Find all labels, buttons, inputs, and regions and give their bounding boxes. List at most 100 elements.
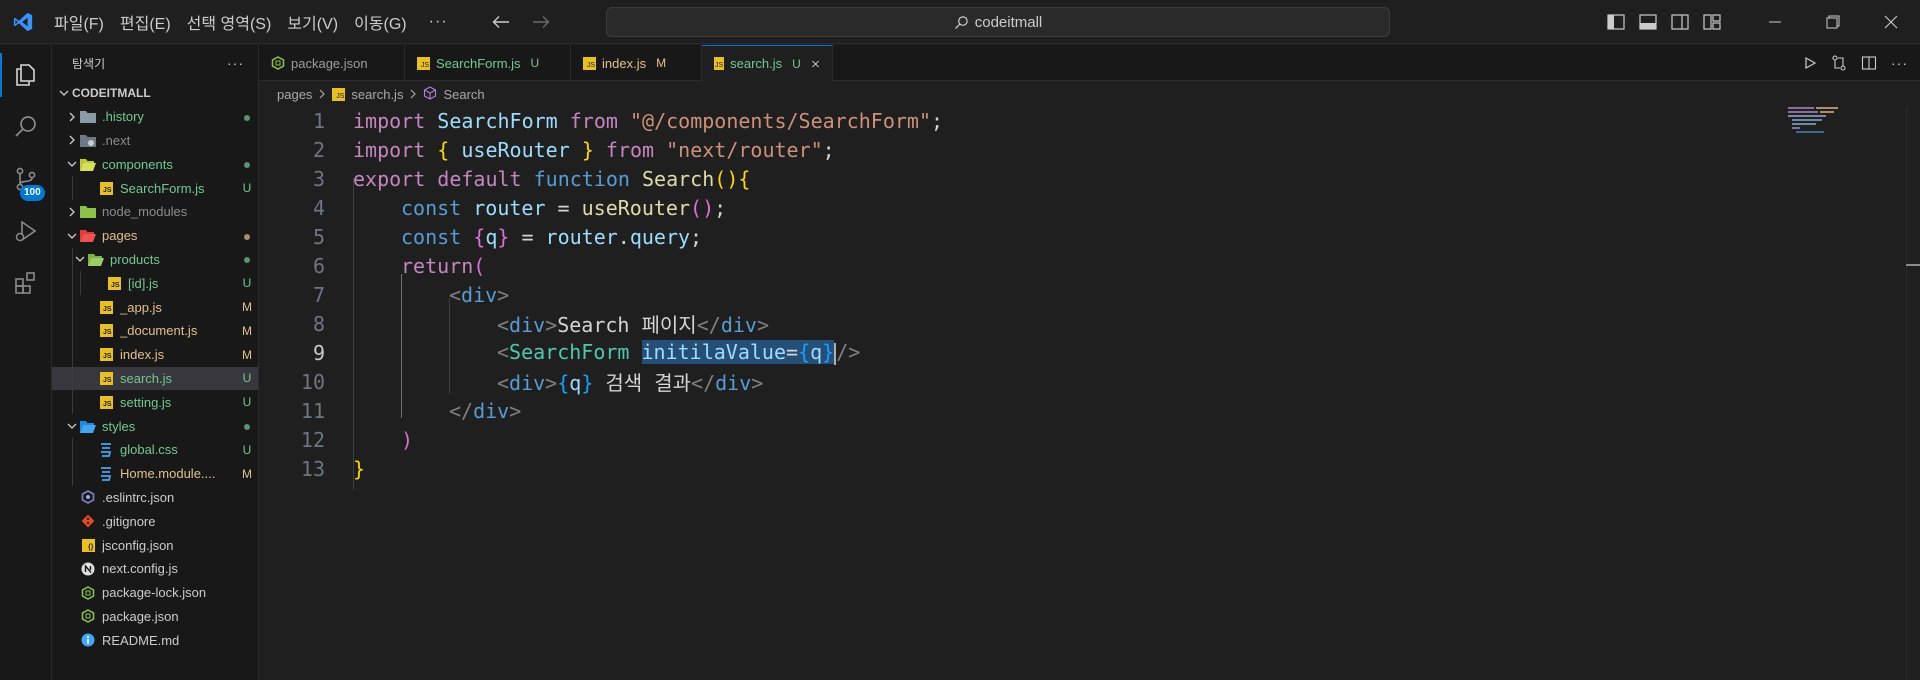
explorer-more-button[interactable]: ··· <box>227 55 244 71</box>
folder-icon <box>80 109 96 125</box>
menu-edit[interactable]: 편집(E) <box>112 0 179 44</box>
tree-item-components[interactable]: components <box>52 152 258 176</box>
tree-item-setting-js[interactable]: JS setting.js U <box>52 390 258 415</box>
tab-search-js[interactable]: JS search.js U <box>702 45 833 81</box>
tree-item-eslintrc[interactable]: .eslintrc.json <box>52 486 258 510</box>
explorer-icon[interactable] <box>0 49 52 101</box>
run-debug-icon[interactable] <box>0 205 52 257</box>
tree-item-package-json[interactable]: package.json <box>52 605 258 629</box>
node-folder-icon <box>80 204 96 220</box>
extensions-icon[interactable] <box>0 257 52 309</box>
chevron-down-icon <box>64 421 80 431</box>
tree-item-index-js[interactable]: JS index.js M <box>52 342 258 367</box>
tree-item-home-module-css[interactable]: Home.module.... M <box>52 461 258 486</box>
tree-item-next[interactable]: .next <box>52 129 258 153</box>
folder-icon <box>80 132 96 148</box>
tree-item-label: styles <box>102 418 136 434</box>
line-number: 3 <box>312 166 325 191</box>
tree-item-label: .history <box>102 109 144 125</box>
tree-item-gitignore[interactable]: .gitignore <box>52 509 258 533</box>
code-line: 10 <div>{q} 검색 결과</div> <box>259 367 763 396</box>
nodejs-icon <box>80 585 96 601</box>
css-file-icon <box>98 442 114 458</box>
line-number: 11 <box>300 398 325 423</box>
tab-label: search.js <box>730 56 783 71</box>
folder-open-icon <box>80 228 96 244</box>
code-line: 6 return( <box>259 251 485 280</box>
close-window-icon[interactable] <box>1862 0 1920 44</box>
nodejs-icon <box>271 56 285 70</box>
tree-item-document-js[interactable]: JS _document.js M <box>52 318 258 343</box>
split-editor-icon[interactable] <box>1861 55 1877 71</box>
code-editor[interactable]: 1 import SearchForm from "@/components/S… <box>259 106 1920 680</box>
compare-changes-icon[interactable] <box>1831 55 1847 71</box>
tree-item-package-lock[interactable]: package-lock.json <box>52 581 258 605</box>
tree-item-node-modules[interactable]: node_modules <box>52 200 258 224</box>
toggle-primary-sidebar-icon[interactable] <box>1600 0 1632 44</box>
breadcrumb-item[interactable]: pages <box>277 87 312 102</box>
back-arrow-icon[interactable] <box>490 11 512 33</box>
restore-icon[interactable] <box>1804 0 1862 44</box>
close-tab-icon[interactable] <box>811 58 820 70</box>
menu-more-button[interactable]: ··· <box>415 13 462 31</box>
tab-searchform-js[interactable]: JS SearchForm.js U <box>405 45 571 81</box>
eslint-icon <box>80 489 96 505</box>
javascript-file-icon: JS <box>332 87 346 101</box>
javascript-file-icon: JS <box>106 275 122 291</box>
minimize-icon[interactable] <box>1746 0 1804 44</box>
editor-more-actions-button[interactable]: ··· <box>1891 55 1908 71</box>
tree-item-label: .eslintrc.json <box>102 489 175 505</box>
workspace-root[interactable]: CODEITMALL <box>52 81 258 105</box>
tree-item-label: jsconfig.json <box>102 537 174 553</box>
tab-package-json[interactable]: package.json <box>259 45 405 81</box>
menu-go[interactable]: 이동(G) <box>346 0 415 44</box>
javascript-file-icon: JS <box>714 57 725 70</box>
source-control-icon[interactable]: 100 <box>0 153 52 205</box>
tree-item-products[interactable]: products <box>52 247 258 272</box>
modified-dot <box>236 110 258 124</box>
tree-item-jsconfig[interactable]: {} jsconfig.json <box>52 533 258 557</box>
breadcrumb-item[interactable]: search.js <box>351 87 403 102</box>
menu-selection[interactable]: 선택 영역(S) <box>179 0 280 44</box>
title-bar: 파일(F) 편집(E) 선택 영역(S) 보기(V) 이동(G) ··· cod… <box>0 0 1920 44</box>
tree-item-label: global.css <box>120 442 178 458</box>
code-line: 13 } <box>259 454 365 483</box>
menu-view[interactable]: 보기(V) <box>279 0 346 44</box>
command-center-search[interactable]: codeitmall <box>606 7 1390 37</box>
search-icon[interactable] <box>0 101 52 153</box>
tree-item-label: _document.js <box>120 323 198 339</box>
forward-arrow-icon[interactable] <box>530 11 552 33</box>
tree-item-pages[interactable]: pages <box>52 224 258 248</box>
chevron-down-icon <box>64 231 80 241</box>
breadcrumb-item[interactable]: Search <box>443 87 484 102</box>
tree-item-label: README.md <box>102 632 180 648</box>
customize-layout-icon[interactable] <box>1696 0 1728 44</box>
toggle-secondary-sidebar-icon[interactable] <box>1664 0 1696 44</box>
tree-item-styles[interactable]: styles <box>52 414 258 438</box>
indent-guide <box>449 298 450 394</box>
symbol-function-icon <box>423 85 437 103</box>
chevron-down-icon <box>72 254 88 264</box>
line-number: 8 <box>312 311 325 336</box>
tree-item-id-js[interactable]: JS [id].js U <box>52 271 258 296</box>
code-line: 2 import { useRouter } from "next/router… <box>259 135 835 164</box>
tab-index-js[interactable]: JS index.js M <box>571 45 702 81</box>
tree-item-label: setting.js <box>120 394 172 410</box>
tree-item-searchform-js[interactable]: JS SearchForm.js U <box>52 176 258 200</box>
minimap[interactable] <box>1788 106 1844 136</box>
run-icon[interactable] <box>1803 56 1817 70</box>
tree-item-readme[interactable]: README.md <box>52 628 258 652</box>
menu-file[interactable]: 파일(F) <box>46 0 112 44</box>
explorer-title: 탐색기 <box>72 56 106 71</box>
vertical-scrollbar[interactable] <box>1906 106 1920 680</box>
tree-item-history[interactable]: .history <box>52 105 258 129</box>
tree-item-global-css[interactable]: global.css U <box>52 437 258 462</box>
javascript-file-icon: JS <box>98 299 114 315</box>
git-status: U <box>242 276 252 291</box>
tree-item-next-config[interactable]: next.config.js <box>52 557 258 581</box>
toggle-panel-icon[interactable] <box>1632 0 1664 44</box>
chevron-right-icon <box>64 112 80 122</box>
tree-item-app-js[interactable]: JS _app.js M <box>52 295 258 319</box>
code-line: 8 <div>Search 페이지</div> <box>259 309 769 338</box>
tree-item-search-js[interactable]: JS search.js U <box>52 366 258 391</box>
